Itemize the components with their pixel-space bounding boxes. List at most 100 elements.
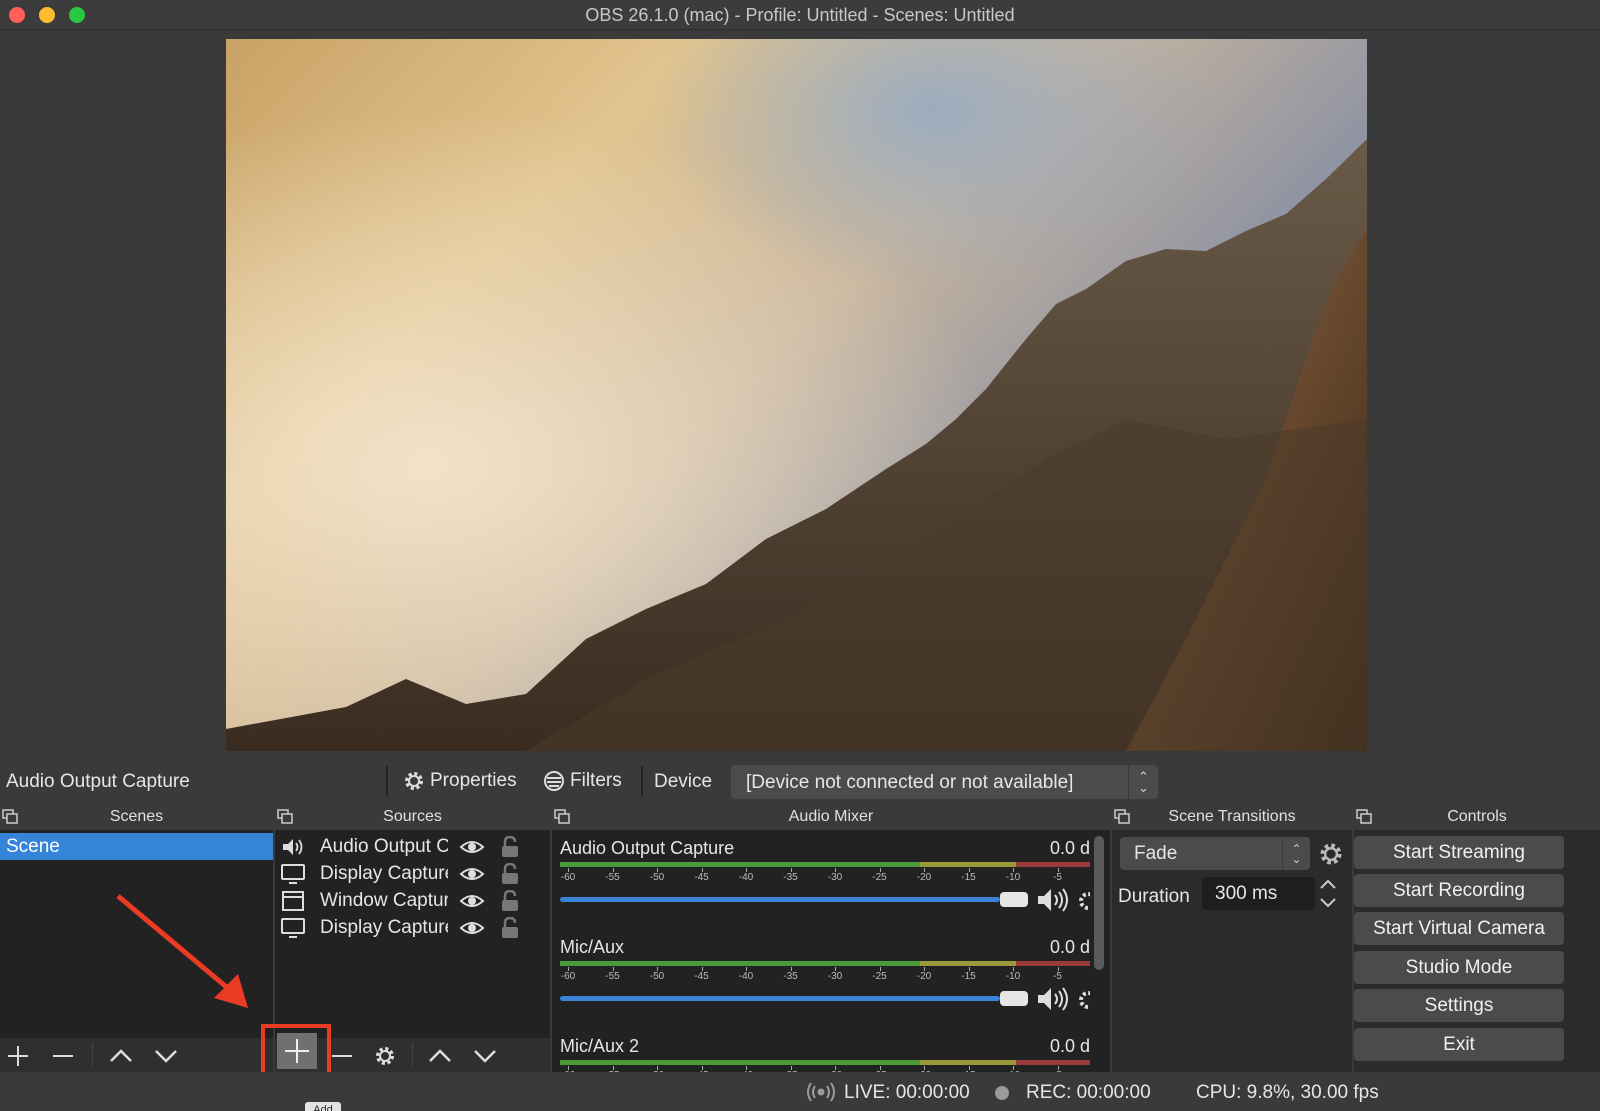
float-dock-icon[interactable] xyxy=(2,809,18,824)
duration-stepper[interactable] xyxy=(1317,877,1339,910)
transition-select[interactable]: Fade ⌃ ⌄ xyxy=(1120,837,1310,870)
studio-mode-button[interactable]: Studio Mode xyxy=(1354,951,1564,984)
source-name: Audio Output Capture xyxy=(320,835,448,857)
gear-icon[interactable] xyxy=(1317,840,1345,868)
remove-source-button[interactable] xyxy=(327,1042,357,1070)
tick-label: -15 xyxy=(961,872,976,883)
eye-icon[interactable] xyxy=(459,890,485,912)
gear-icon[interactable] xyxy=(1076,889,1090,913)
volume-slider-track[interactable] xyxy=(560,996,1000,1001)
exit-button[interactable]: Exit xyxy=(1354,1028,1564,1061)
source-item[interactable]: Display Capture xyxy=(275,860,550,887)
plus-icon xyxy=(8,1046,28,1066)
sources-title: Sources xyxy=(383,808,442,825)
chevron-up-icon[interactable] xyxy=(1319,877,1337,891)
lock-open-icon[interactable] xyxy=(500,862,520,885)
scene-transitions-title: Scene Transitions xyxy=(1168,808,1296,825)
annotation-arrow-icon xyxy=(116,894,248,1008)
minus-icon xyxy=(332,1055,352,1057)
separator xyxy=(412,1044,413,1068)
start-recording-button[interactable]: Start Recording xyxy=(1354,874,1564,907)
channel-name: Audio Output Capture xyxy=(560,838,735,858)
tick-label: -55 xyxy=(605,872,620,883)
scene-transitions-dock: Scene Transitions Fade ⌃ ⌄ Duration 300 m… xyxy=(1112,804,1352,1072)
sources-list[interactable]: Audio Output Capture Display Capture Win… xyxy=(275,830,550,1038)
lock-open-icon[interactable] xyxy=(500,835,520,858)
minus-icon xyxy=(53,1055,73,1057)
scenes-header: Scenes xyxy=(0,804,273,830)
speaker-icon[interactable] xyxy=(1036,886,1072,914)
scene-transitions-header: Scene Transitions xyxy=(1112,804,1352,830)
float-dock-icon[interactable] xyxy=(1356,809,1372,824)
settings-button[interactable]: Settings xyxy=(1354,989,1564,1022)
scene-item[interactable]: Scene xyxy=(0,833,273,860)
mixer-channel: Mic/Aux 20.0 d-60-55-50-45-40-35-30-25-2… xyxy=(560,1036,1091,1072)
properties-label: Properties xyxy=(430,770,517,791)
tick-label: -35 xyxy=(783,872,798,883)
channel-db: 0.0 d xyxy=(1049,1036,1090,1056)
gear-icon[interactable] xyxy=(1076,988,1090,1012)
move-source-down-button[interactable] xyxy=(470,1042,500,1070)
monitor-icon xyxy=(280,863,306,885)
tick-label: -10 xyxy=(1005,971,1021,982)
lock-open-icon[interactable] xyxy=(500,889,520,912)
tick-label: -20 xyxy=(916,872,932,883)
filters-button[interactable]: Filters xyxy=(542,768,622,794)
source-item[interactable]: Audio Output Capture xyxy=(275,833,550,860)
gear-icon xyxy=(376,1047,394,1065)
chevron-down-icon[interactable] xyxy=(1319,896,1337,910)
device-select[interactable]: [Device not connected or not available] … xyxy=(731,765,1158,799)
speaker-icon[interactable] xyxy=(1036,985,1072,1013)
separator xyxy=(641,766,643,796)
eye-icon[interactable] xyxy=(459,863,485,885)
record-dot-icon xyxy=(995,1086,1009,1100)
duration-input[interactable]: 300 ms xyxy=(1202,877,1315,910)
tick-label: -45 xyxy=(694,872,709,883)
audio-mixer-channels: Audio Output Capture 0.0 d -60 -55 -50 -45 -40… xyxy=(552,830,1110,1072)
sources-header: Sources xyxy=(275,804,550,830)
transition-select-value: Fade xyxy=(1134,843,1178,864)
float-dock-icon[interactable] xyxy=(277,809,293,824)
eye-icon[interactable] xyxy=(459,836,485,858)
tick-label: -5 xyxy=(1053,971,1062,982)
move-source-up-button[interactable] xyxy=(425,1042,455,1070)
float-dock-icon[interactable] xyxy=(554,809,570,824)
volume-meter xyxy=(560,862,1091,867)
volume-slider-handle[interactable] xyxy=(1000,991,1028,1006)
volume-slider-handle[interactable] xyxy=(1000,892,1028,907)
channel-db: 0.0 d xyxy=(1049,937,1090,957)
audio-mixer-title: Audio Mixer xyxy=(788,808,874,825)
tick-label: -15 xyxy=(961,971,976,982)
channel-name: Mic/Aux xyxy=(560,937,625,957)
tick-label: -40 xyxy=(738,872,754,883)
properties-button[interactable]: Properties xyxy=(402,768,517,794)
source-item[interactable]: Display Capture xyxy=(275,914,550,941)
start-virtual-camera-button[interactable]: Start Virtual Camera xyxy=(1354,912,1564,945)
move-scene-up-button[interactable] xyxy=(106,1042,136,1070)
volume-slider-track[interactable] xyxy=(560,897,1000,902)
tick-label: -35 xyxy=(783,971,798,982)
live-timer: LIVE: 00:00:00 xyxy=(844,1082,970,1103)
mixer-scrollbar[interactable] xyxy=(1094,836,1104,970)
start-streaming-button[interactable]: Start Streaming xyxy=(1354,836,1564,869)
window-icon xyxy=(280,890,306,912)
remove-scene-button[interactable] xyxy=(48,1042,78,1070)
add-scene-button[interactable] xyxy=(3,1042,33,1070)
preview-image[interactable] xyxy=(226,39,1367,751)
controls-dock: Controls Start Streaming Start Recording… xyxy=(1354,804,1600,1072)
channel-db: 0.0 d xyxy=(1049,838,1090,858)
source-properties-button[interactable] xyxy=(370,1042,400,1070)
gear-icon xyxy=(405,772,423,790)
duration-value: 300 ms xyxy=(1215,883,1278,904)
eye-icon[interactable] xyxy=(459,917,485,939)
chevron-updown-icon: ⌃ ⌄ xyxy=(1128,765,1158,799)
move-scene-down-button[interactable] xyxy=(151,1042,181,1070)
tick-label: -30 xyxy=(827,872,843,883)
source-item[interactable]: Window Capture xyxy=(275,887,550,914)
tick-label: -50 xyxy=(649,872,665,883)
preview-area[interactable] xyxy=(0,30,1600,758)
separator xyxy=(92,1044,93,1068)
monitor-icon xyxy=(280,917,306,939)
lock-open-icon[interactable] xyxy=(500,916,520,939)
float-dock-icon[interactable] xyxy=(1114,809,1130,824)
